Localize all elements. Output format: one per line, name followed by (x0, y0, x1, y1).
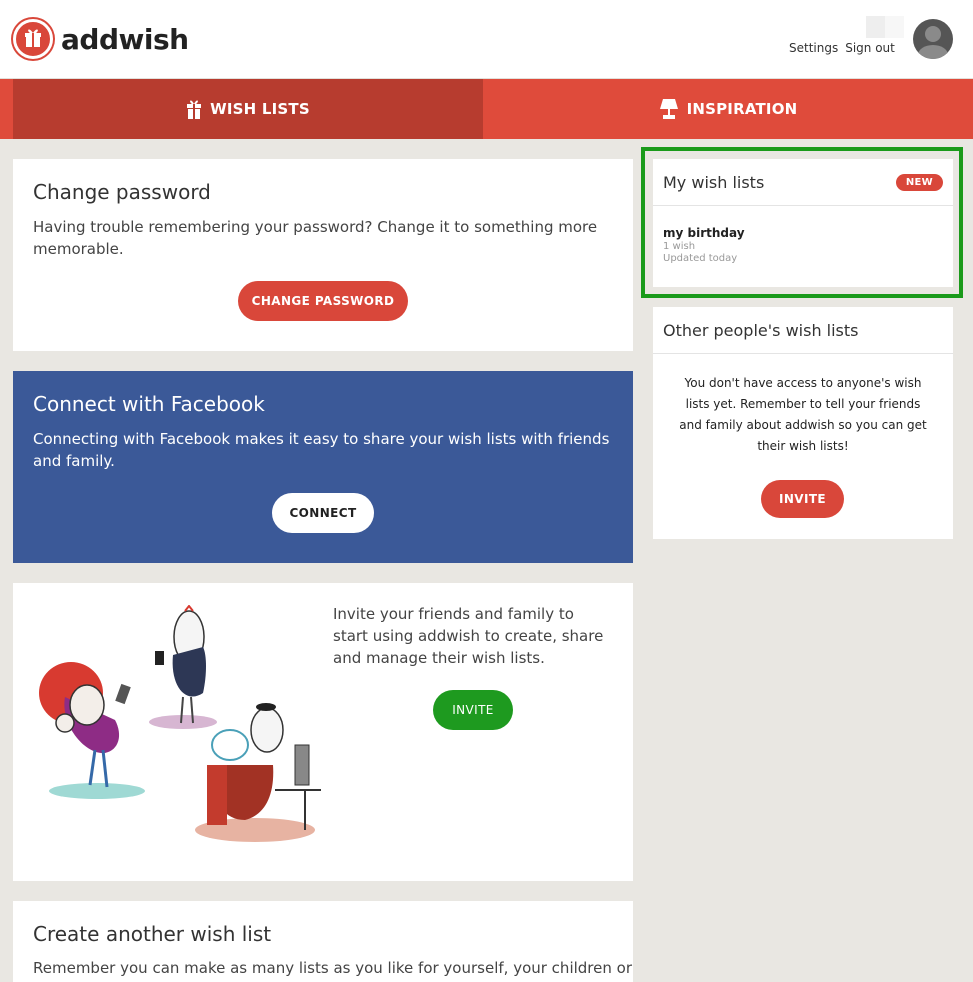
nav-edge (0, 79, 13, 139)
facebook-title: Connect with Facebook (33, 392, 265, 416)
signout-link[interactable]: Sign out (845, 41, 895, 55)
tab-wish-lists[interactable]: WISH LISTS (13, 79, 483, 139)
create-list-title: Create another wish list (33, 922, 272, 946)
invite-text: Invite your friends and family to start … (333, 605, 604, 667)
invite-green-button[interactable]: INVITE (433, 690, 513, 730)
highlight-box (641, 147, 963, 298)
other-wishlists-header: Other people's wish lists (653, 307, 953, 354)
facebook-text: Connecting with Facebook makes it easy t… (33, 430, 610, 470)
gift-logo-icon (13, 19, 53, 59)
other-wishlists-text: You don't have access to anyone's wish l… (679, 376, 927, 453)
other-wishlists-title: Other people's wish lists (663, 320, 859, 340)
change-password-text: Having trouble remembering your password… (33, 218, 598, 258)
change-password-title: Change password (33, 180, 211, 204)
top-header: addwish Settings Sign out (0, 0, 973, 79)
create-list-text: Remember you can make as many lists as y… (33, 959, 632, 977)
brand-name: addwish (61, 22, 189, 56)
other-wishlists-panel: Other people's wish lists You don't have… (653, 307, 953, 539)
invite-card: Invite your friends and family to start … (13, 583, 633, 881)
tab-inspiration-label: INSPIRATION (686, 100, 798, 118)
tab-inspiration[interactable]: INSPIRATION (483, 79, 973, 139)
settings-link[interactable]: Settings (789, 41, 838, 55)
addwish-logo[interactable]: addwish (13, 19, 189, 59)
lamp-icon (659, 99, 678, 119)
username-placeholder (866, 16, 904, 38)
facebook-card: Connect with Facebook Connecting with Fa… (13, 371, 633, 563)
gift-icon (187, 100, 202, 119)
avatar[interactable] (913, 19, 953, 59)
change-password-button[interactable]: CHANGE PASSWORD (238, 281, 408, 321)
main-nav: WISH LISTS INSPIRATION (0, 79, 973, 139)
create-list-card: Create another wish list Remember you ca… (13, 901, 633, 982)
change-password-card: Change password Having trouble rememberi… (13, 159, 633, 351)
user-icon (918, 26, 948, 59)
illustration-friends (39, 605, 321, 842)
connect-button[interactable]: CONNECT (272, 493, 374, 533)
invite-red-button[interactable]: INVITE (761, 480, 844, 518)
header-links: Settings Sign out (789, 41, 895, 55)
tab-wish-lists-label: WISH LISTS (210, 100, 310, 118)
